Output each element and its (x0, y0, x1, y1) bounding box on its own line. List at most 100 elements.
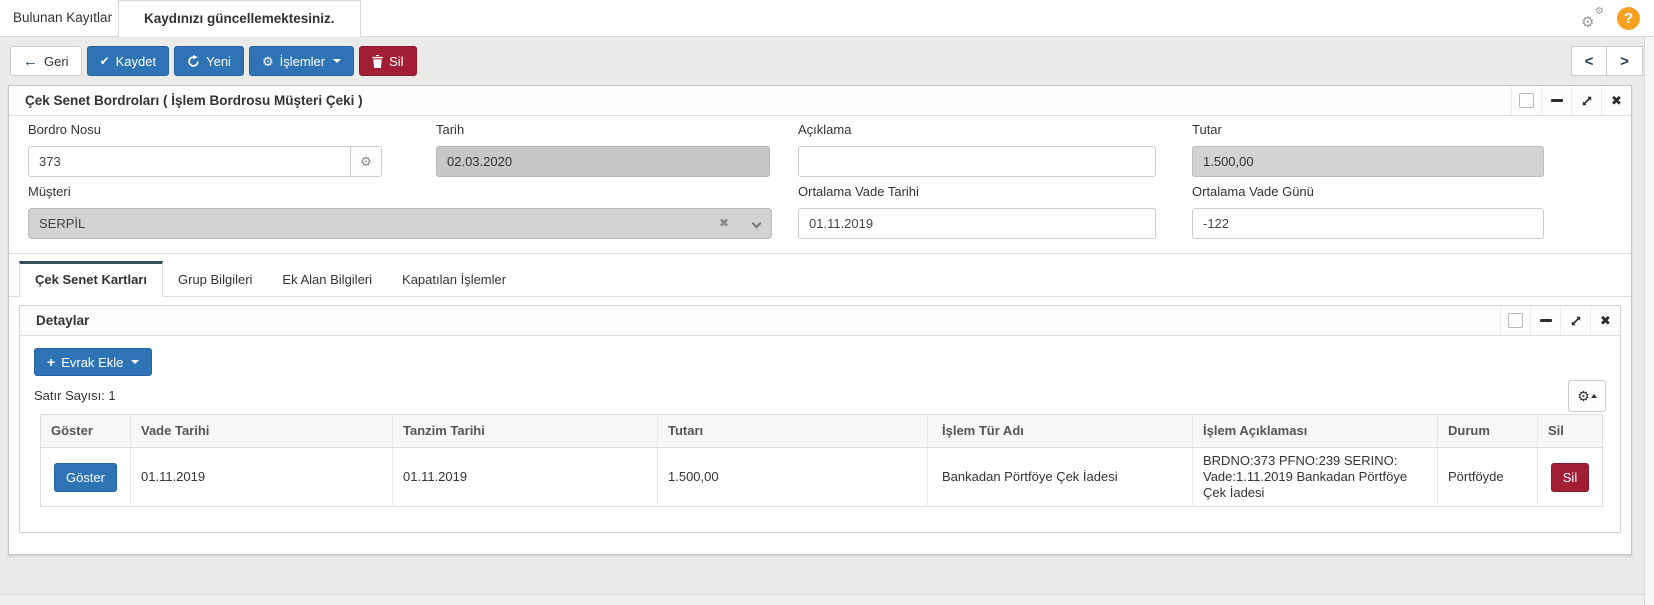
top-header: Bulunan Kayıtlar Kaydınızı güncellemekte… (0, 0, 1654, 37)
new-label: Yeni (206, 53, 231, 69)
cell-tutari: 1.500,00 (657, 447, 928, 507)
tutar-label: Tutar (1192, 122, 1222, 137)
aciklama-input[interactable] (798, 146, 1156, 177)
aciklama-label: Açıklama (798, 122, 852, 137)
ortalama-vade-tarihi-label: Ortalama Vade Tarihi (798, 184, 919, 199)
delete-row-button[interactable]: Sil (1550, 462, 1590, 492)
caret-up-icon (1590, 394, 1597, 398)
cell-vade-tarihi: 01.11.2019 (130, 447, 393, 507)
panel-controls: ✖ (1511, 86, 1631, 115)
toolbar-buttons: ← Geri ✔ Kaydet Yeni ⚙ İşlemler Sil (10, 46, 417, 76)
expand-icon (1581, 95, 1593, 107)
save-label: Kaydet (115, 53, 157, 69)
detaylar-expand-button[interactable] (1560, 306, 1590, 335)
caret-down-icon (131, 360, 140, 364)
close-icon: ✖ (1611, 93, 1622, 108)
ortalama-vade-gunu-label: Ortalama Vade Günü (1192, 184, 1314, 199)
minus-icon (1550, 99, 1563, 102)
back-label: Geri (44, 53, 69, 69)
actions-label: İşlemler (279, 53, 326, 69)
close-icon: ✖ (1600, 313, 1611, 328)
musteri-label: Müşteri (28, 184, 71, 199)
main-panel: Çek Senet Bordroları ( İşlem Bordrosu Mü… (8, 85, 1632, 555)
tarih-input (436, 146, 770, 177)
toolbar: ← Geri ✔ Kaydet Yeni ⚙ İşlemler Sil < > (0, 37, 1654, 85)
header-icons: ⚙ ⚙ ? (1581, 0, 1640, 37)
plus-icon: + (47, 354, 56, 370)
caret-down-icon (333, 59, 342, 63)
tab-ek-alan-bilgileri[interactable]: Ek Alan Bilgileri (267, 262, 387, 296)
detail-tabs: Çek Senet Kartları Grup Bilgileri Ek Ala… (9, 254, 1631, 297)
bordro-nosu-gear-addon[interactable]: ⚙ (350, 147, 381, 176)
new-button[interactable]: Yeni (174, 46, 244, 76)
prev-record-button[interactable]: < (1571, 46, 1607, 76)
cell-durum: Pörtföyde (1437, 447, 1538, 507)
col-vade-tarihi: Vade Tarihi (130, 414, 393, 448)
detaylar-controls: ✖ (1500, 306, 1620, 335)
checkbox-icon (1519, 93, 1534, 108)
cell-tanzim-tarihi: 01.11.2019 (392, 447, 658, 507)
tarih-label: Tarih (436, 122, 465, 137)
checkbox-icon (1508, 313, 1523, 328)
table-header-row: Göster Vade Tarihi Tanzim Tarihi Tutarı … (40, 414, 1603, 448)
bordro-nosu-input[interactable] (28, 146, 382, 177)
detaylar-header: Detaylar ✖ (20, 306, 1620, 336)
bordro-form: Bordro Nosu ⚙ Tarih Açıklama Tutar Müşte… (9, 116, 1631, 254)
panel-select-checkbox[interactable] (1511, 86, 1541, 115)
refresh-icon (187, 54, 200, 68)
col-islem-aciklamasi: İşlem Açıklaması (1192, 414, 1438, 448)
actions-button[interactable]: ⚙ İşlemler (248, 46, 355, 76)
details-table-wrap: Göster Vade Tarihi Tanzim Tarihi Tutarı … (40, 414, 1603, 507)
ortalama-vade-tarihi-input[interactable] (798, 208, 1156, 239)
details-table: Göster Vade Tarihi Tanzim Tarihi Tutarı … (40, 414, 1603, 507)
col-sil: Sil (1537, 414, 1603, 448)
gear-icon: ⚙ (1577, 388, 1590, 404)
table-settings-button[interactable]: ⚙ (1568, 380, 1606, 412)
tab-bulunan-kayitlar[interactable]: Bulunan Kayıtlar (13, 0, 112, 36)
panel-collapse-button[interactable] (1541, 86, 1571, 115)
chevron-down-icon[interactable] (751, 218, 762, 229)
tab-cek-senet-kartlari[interactable]: Çek Senet Kartları (19, 261, 163, 297)
add-document-label: Evrak Ekle (61, 354, 124, 370)
ortalama-vade-gunu-input[interactable] (1192, 208, 1544, 239)
col-durum: Durum (1437, 414, 1538, 448)
panel-expand-button[interactable] (1571, 86, 1601, 115)
detaylar-collapse-button[interactable] (1530, 306, 1560, 335)
cell-islem-tur-adi: Bankadan Pörtföye Çek İadesi (927, 447, 1193, 507)
help-button[interactable]: ? (1617, 7, 1640, 30)
back-button[interactable]: ← Geri (10, 46, 82, 76)
detaylar-select-checkbox[interactable] (1500, 306, 1530, 335)
row-count-label: Satır Sayısı: 1 (34, 388, 116, 403)
trash-icon (372, 54, 383, 68)
col-islem-tur-adi: İşlem Tür Adı (927, 414, 1193, 448)
add-document-button[interactable]: + Evrak Ekle (34, 348, 153, 376)
tutar-input (1192, 146, 1544, 177)
save-button[interactable]: ✔ Kaydet (86, 46, 170, 76)
panel-close-button[interactable]: ✖ (1601, 86, 1631, 115)
musteri-select: SERPİL ✖ (28, 208, 772, 239)
detaylar-close-button[interactable]: ✖ (1590, 306, 1620, 335)
gear-icon: ⚙ (360, 153, 372, 169)
bordro-nosu-label: Bordro Nosu (28, 122, 101, 137)
settings-gears-icon[interactable]: ⚙ ⚙ (1581, 6, 1605, 31)
gear-icon: ⚙ (261, 53, 274, 69)
show-row-button[interactable]: Göster (53, 462, 117, 492)
panel-title: Çek Senet Bordroları ( İşlem Bordrosu Mü… (25, 93, 363, 108)
next-record-button[interactable]: > (1607, 46, 1643, 76)
table-row: Göster 01.11.2019 01.11.2019 1.500,00 Ba… (41, 447, 1603, 507)
record-pager: < > (1571, 46, 1643, 76)
clear-selection-icon[interactable]: ✖ (719, 209, 729, 238)
vertical-scrollbar[interactable] (1644, 37, 1654, 605)
chevron-left-icon: < (1584, 52, 1594, 70)
musteri-value: SERPİL (39, 216, 86, 231)
footer-strip (0, 594, 1654, 605)
expand-icon (1570, 315, 1582, 327)
col-tutari: Tutarı (657, 414, 928, 448)
col-tanzim-tarihi: Tanzim Tarihi (392, 414, 658, 448)
tab-grup-bilgileri[interactable]: Grup Bilgileri (163, 262, 267, 296)
bordro-panel-header: Çek Senet Bordroları ( İşlem Bordrosu Mü… (9, 86, 1631, 116)
tab-kapatilan-islemler[interactable]: Kapatılan İşlemler (387, 262, 521, 296)
tab-kayit-guncelleme[interactable]: Kaydınızı güncellemektesiniz. (118, 0, 361, 37)
delete-label: Sil (389, 53, 404, 69)
delete-button[interactable]: Sil (359, 46, 417, 76)
